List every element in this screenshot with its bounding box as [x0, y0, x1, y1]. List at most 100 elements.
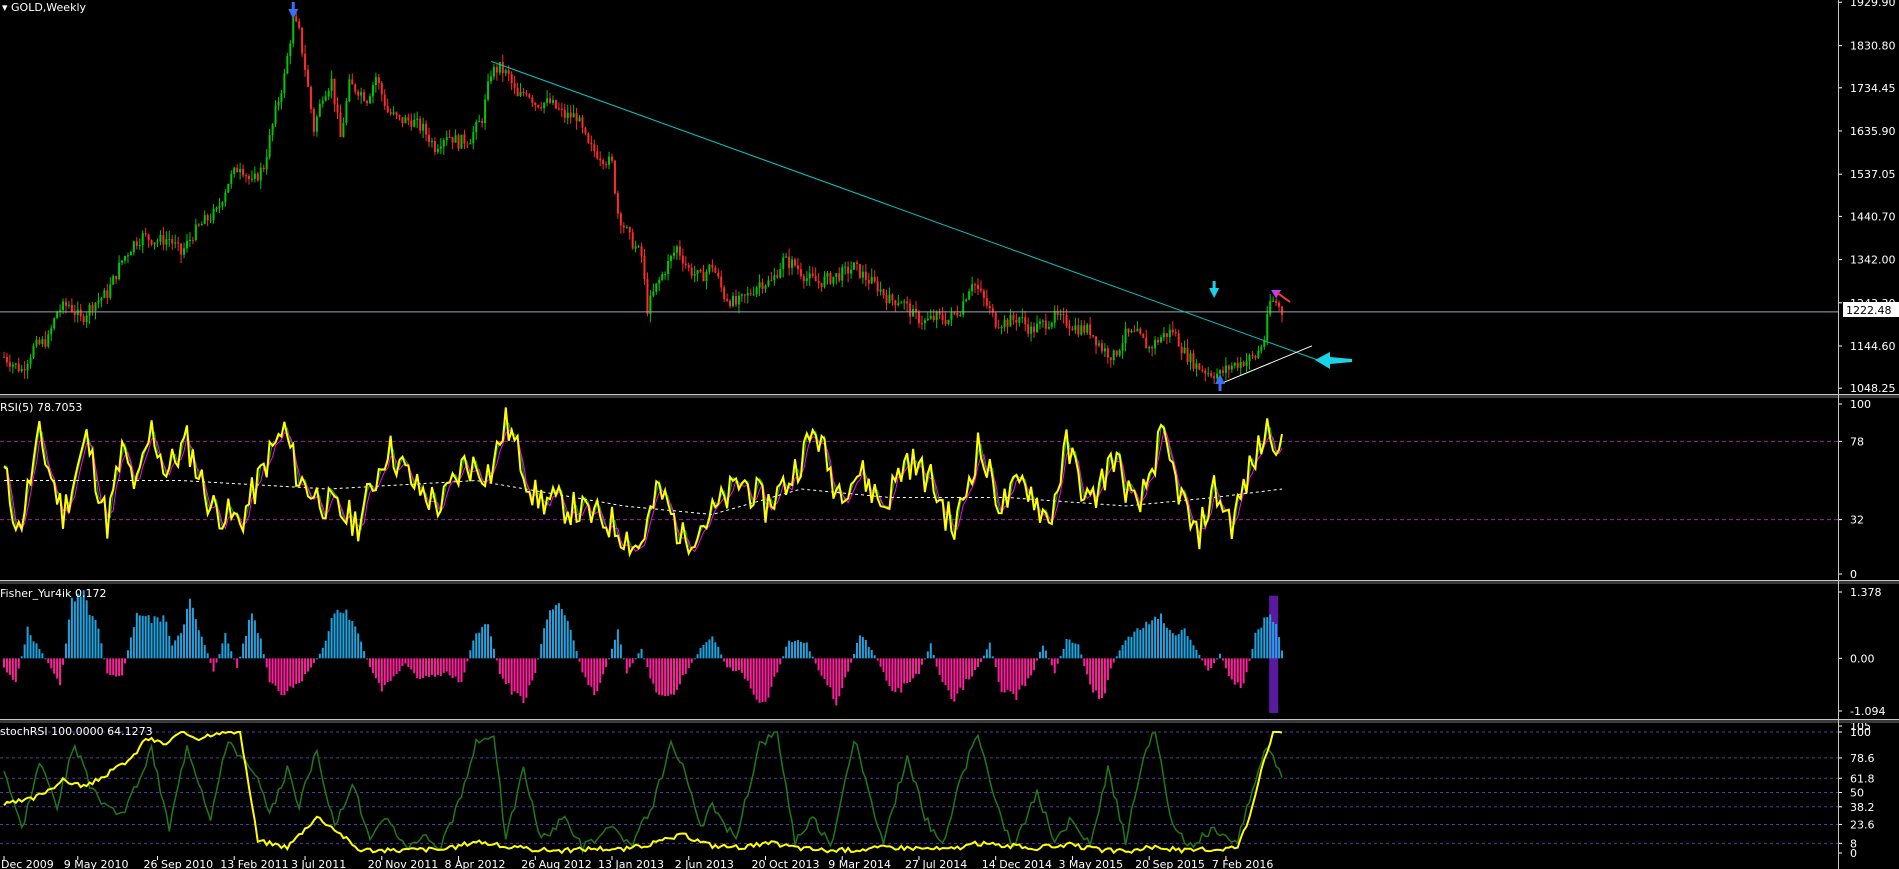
- fisher-bar: [1236, 658, 1239, 683]
- fisher-bar: [596, 658, 599, 692]
- price-candle-body: [121, 260, 124, 263]
- price-candle-body: [667, 261, 670, 274]
- price-candle-body: [965, 299, 968, 302]
- fisher-bar: [543, 628, 546, 659]
- fisher-bar: [593, 658, 596, 696]
- fisher-panel[interactable]: [3, 590, 1283, 713]
- price-candle-body: [1198, 363, 1201, 370]
- price-candle-body: [761, 282, 764, 289]
- fisher-bar: [584, 658, 587, 678]
- price-candle-body: [823, 276, 826, 287]
- fisher-bar: [383, 658, 386, 686]
- fisher-bar: [652, 658, 655, 684]
- fisher-bar: [112, 658, 115, 676]
- fisher-bar: [811, 656, 814, 659]
- fisher-bar: [717, 646, 720, 659]
- fisher-bar: [53, 658, 56, 674]
- price-candle-body: [292, 16, 295, 44]
- date-axis-label: 9 May 2010: [64, 858, 129, 869]
- price-candle-body: [277, 102, 280, 106]
- price-candle-body: [250, 178, 253, 180]
- price-candle-body: [602, 160, 605, 165]
- price-candle-body: [404, 117, 407, 124]
- price-candle-body: [1033, 326, 1036, 333]
- date-axis-label: 3 May 2015: [1058, 858, 1123, 869]
- price-candle-body: [436, 148, 439, 153]
- fisher-bar: [882, 658, 885, 673]
- price-candle-body: [1059, 313, 1062, 316]
- price-candle-body: [466, 143, 469, 145]
- fisher-bar: [245, 635, 248, 659]
- price-candle-body: [242, 169, 245, 176]
- price-candle-body: [1127, 328, 1130, 333]
- fisher-bar: [1189, 639, 1192, 659]
- price-candle-body: [628, 227, 631, 233]
- fisher-bar: [608, 658, 611, 660]
- fisher-bar: [478, 632, 481, 659]
- fisher-bar: [664, 658, 667, 696]
- fisher-bar: [661, 658, 664, 696]
- price-candle-body: [1275, 300, 1278, 303]
- stochrsi-panel[interactable]: [0, 730, 1838, 855]
- fisher-bar: [62, 658, 65, 665]
- fisher-bar: [377, 658, 380, 684]
- price-axis-label: 1048.25: [1850, 382, 1896, 395]
- price-candle-body: [463, 134, 466, 144]
- fisher-bar: [460, 658, 463, 682]
- breakout-arrow-icon: [1315, 352, 1352, 369]
- fisher-bar: [126, 650, 129, 659]
- price-candle-body: [218, 205, 221, 208]
- price-candle-body: [1151, 346, 1154, 349]
- fisher-bar: [551, 609, 554, 659]
- price-candle-body: [853, 262, 856, 270]
- fisher-bar: [1186, 636, 1189, 659]
- date-axis-label: 13 Jan 2013: [598, 858, 664, 869]
- date-axis-label: 26 Aug 2012: [521, 858, 591, 869]
- price-candle-body: [118, 262, 121, 280]
- price-candle-body: [758, 282, 761, 288]
- price-candle-body: [850, 269, 853, 274]
- fisher-bar: [755, 658, 758, 700]
- fisher-bar: [135, 612, 138, 659]
- chart-canvas[interactable]: 1929.90 1830.80 1734.45 1635.90 1537.05 1440.…: [0, 0, 1899, 869]
- price-candle-body: [551, 100, 554, 103]
- price-candle-body: [737, 295, 740, 305]
- fisher-bar: [826, 658, 829, 686]
- price-candle-body: [1221, 370, 1224, 373]
- price-candle-body: [103, 290, 106, 299]
- fisher-bar: [44, 658, 47, 660]
- fisher-bar: [484, 624, 487, 659]
- price-candle-body: [1136, 328, 1139, 332]
- price-candle-body: [814, 276, 817, 282]
- price-candle-body: [1068, 325, 1071, 329]
- price-candle-body: [492, 66, 495, 77]
- price-candle-body: [115, 275, 118, 280]
- price-candle-body: [439, 146, 442, 149]
- price-candle-body: [935, 312, 938, 321]
- fisher-bar: [979, 658, 982, 663]
- fisher-bar: [498, 658, 501, 675]
- fisher-bar: [121, 658, 124, 676]
- fisher-bar: [1092, 658, 1095, 693]
- fisher-bar: [1216, 658, 1219, 660]
- fisher-bar: [8, 658, 11, 675]
- price-panel[interactable]: [0, 2, 1838, 391]
- fisher-bar: [1003, 658, 1006, 693]
- rsi-panel[interactable]: [0, 407, 1838, 558]
- fisher-bar: [779, 658, 782, 665]
- fisher-bar: [1213, 658, 1216, 664]
- fisher-bar: [708, 639, 711, 659]
- fisher-bar: [858, 635, 861, 659]
- fisher-bar: [569, 629, 572, 659]
- fisher-bar: [315, 658, 318, 660]
- fisher-bar: [1086, 658, 1089, 675]
- fisher-bar: [1033, 658, 1036, 671]
- price-candle-body: [1257, 350, 1260, 358]
- fisher-bar: [808, 651, 811, 659]
- rsi-main-line: [3, 407, 1283, 558]
- fisher-bar: [1210, 658, 1213, 669]
- price-candle-body: [637, 246, 640, 248]
- price-axis-label: 1144.60: [1850, 340, 1896, 353]
- fisher-bar: [746, 658, 749, 681]
- date-axis-label: 14 Dec 2014: [982, 858, 1052, 869]
